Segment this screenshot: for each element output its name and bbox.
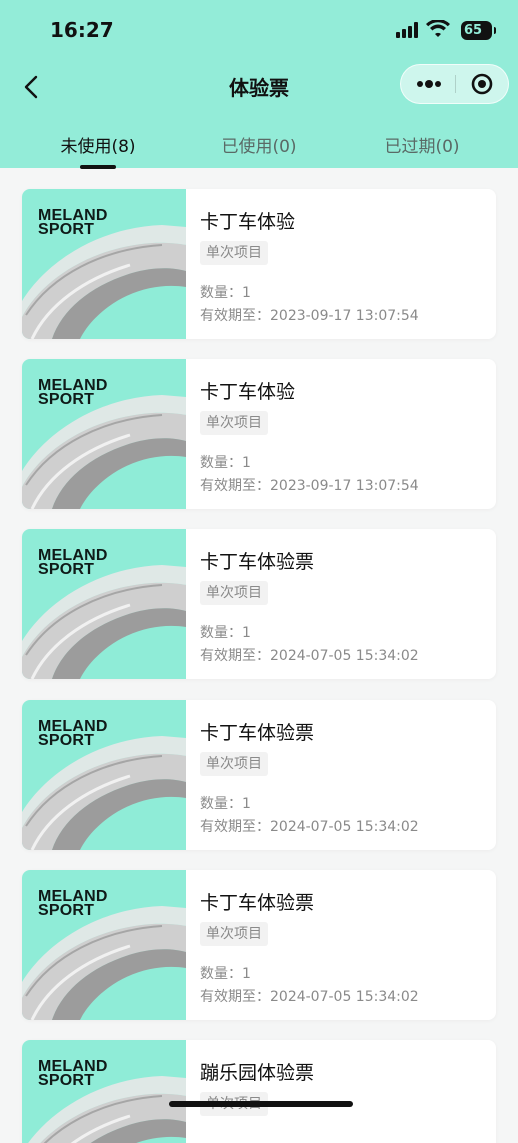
brand-line-2: SPORT [38,561,95,578]
ticket-thumbnail: MELAND SPORT [22,1040,186,1143]
brand-line-2: SPORT [38,1072,95,1089]
ticket-title: 卡丁车体验票 [200,551,315,573]
ticket-type-tag: 单次项目 [200,581,268,605]
tab-expired[interactable]: 已过期(0) [352,132,492,157]
ticket-title: 蹦乐园体验票 [200,1062,315,1084]
battery-indicator: 65 [461,21,496,40]
ticket-card[interactable]: MELAND SPORT 蹦乐园体验票 单次项目 [22,1040,496,1143]
ring-artwork-icon [28,1076,186,1143]
ticket-info: 卡丁车体验 单次项目 数量：1 有效期至：2023-09-17 13:07:54 [200,359,490,509]
target-circle-icon [471,73,493,95]
ticket-title: 卡丁车体验 [200,211,296,233]
ticket-title: 卡丁车体验票 [200,892,315,914]
brand-line-2: SPORT [38,732,95,749]
brand-logo: MELAND SPORT [38,889,108,919]
ticket-expiry: 有效期至：2023-09-17 13:07:54 [200,478,419,494]
ticket-card[interactable]: MELAND SPORT 卡丁车体验 单次项目 数量：1 有效期至：2023-0… [22,359,496,509]
active-tab-indicator [80,165,116,169]
ticket-title: 卡丁车体验 [200,381,296,403]
ticket-type-tag: 单次项目 [200,922,268,946]
ticket-thumbnail: MELAND SPORT [22,359,186,509]
cellular-signal-icon [396,22,418,38]
ticket-quantity: 数量：1 [200,796,251,812]
brand-logo: MELAND SPORT [38,719,108,749]
battery-level: 65 [464,23,483,38]
ticket-thumbnail: MELAND SPORT [22,189,186,339]
status-time: 16:27 [50,18,114,42]
brand-logo: MELAND SPORT [38,378,108,408]
ticket-expiry: 有效期至：2024-07-05 15:34:02 [200,648,419,664]
ticket-card[interactable]: MELAND SPORT 卡丁车体验票 单次项目 数量：1 有效期至：2024-… [22,700,496,850]
ticket-info: 卡丁车体验票 单次项目 数量：1 有效期至：2024-07-05 15:34:0… [200,529,490,679]
ticket-thumbnail: MELAND SPORT [22,529,186,679]
ticket-info: 卡丁车体验票 单次项目 数量：1 有效期至：2024-07-05 15:34:0… [200,700,490,850]
ticket-card[interactable]: MELAND SPORT 卡丁车体验票 单次项目 数量：1 有效期至：2024-… [22,870,496,1020]
brand-logo: MELAND SPORT [38,548,108,578]
tab-bar: 未使用(8) 已使用(0) 已过期(0) [0,120,518,169]
ticket-expiry: 有效期至：2024-07-05 15:34:02 [200,819,419,835]
ticket-card[interactable]: MELAND SPORT 卡丁车体验票 单次项目 数量：1 有效期至：2024-… [22,529,496,679]
home-indicator [169,1101,353,1107]
brand-line-2: SPORT [38,902,95,919]
ticket-quantity: 数量：1 [200,966,251,982]
ticket-type-tag: 单次项目 [200,241,268,265]
ticket-expiry: 有效期至：2024-07-05 15:34:02 [200,989,419,1005]
ticket-info: 蹦乐园体验票 单次项目 [200,1040,490,1143]
brand-line-2: SPORT [38,221,95,238]
nav-bar: 体验票 [0,62,518,112]
ticket-thumbnail: MELAND SPORT [22,870,186,1020]
ticket-quantity: 数量：1 [200,455,251,471]
header: 16:27 65 体验票 未使用(8) 已使用(0) 已过期(0) [0,0,518,169]
more-button[interactable] [401,65,455,103]
close-miniprogram-button[interactable] [456,65,508,103]
ticket-info: 卡丁车体验 单次项目 数量：1 有效期至：2023-09-17 13:07:54 [200,189,490,339]
brand-logo: MELAND SPORT [38,1059,108,1089]
ticket-type-tag: 单次项目 [200,752,268,776]
ticket-info: 卡丁车体验票 单次项目 数量：1 有效期至：2024-07-05 15:34:0… [200,870,490,1020]
ticket-title: 卡丁车体验票 [200,722,315,744]
miniprogram-capsule [400,64,509,104]
status-bar: 16:27 65 [0,0,518,62]
tab-unused[interactable]: 未使用(8) [28,132,168,157]
ticket-card[interactable]: MELAND SPORT 卡丁车体验 单次项目 数量：1 有效期至：2023-0… [22,189,496,339]
ticket-type-tag: 单次项目 [200,411,268,435]
ticket-expiry: 有效期至：2023-09-17 13:07:54 [200,308,419,324]
tab-used[interactable]: 已使用(0) [189,132,329,157]
brand-line-2: SPORT [38,391,95,408]
ticket-quantity: 数量：1 [200,285,251,301]
ticket-quantity: 数量：1 [200,625,251,641]
ticket-thumbnail: MELAND SPORT [22,700,186,850]
more-dots-icon [417,80,441,88]
brand-logo: MELAND SPORT [38,208,108,238]
